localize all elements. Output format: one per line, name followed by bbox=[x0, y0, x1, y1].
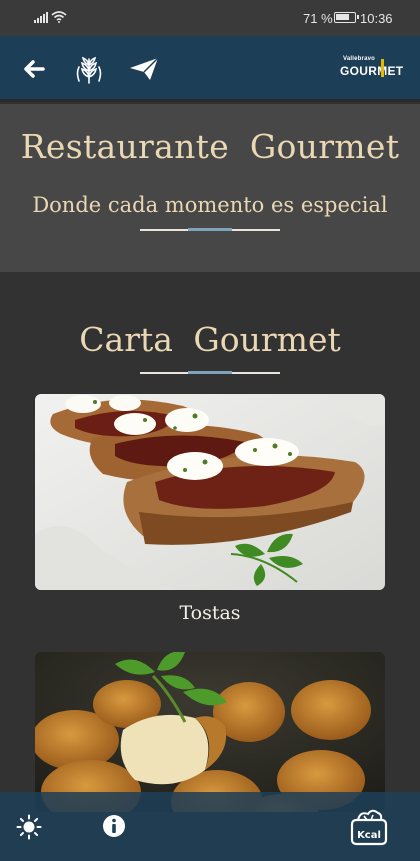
tagline: Donde cada momento es especial bbox=[32, 193, 388, 217]
menu-item-tostas-image[interactable] bbox=[35, 394, 385, 590]
battery-percent: 71 % bbox=[303, 11, 333, 26]
kcal-icon: Kcal bbox=[350, 809, 388, 846]
wheat-icon[interactable] bbox=[73, 53, 105, 85]
info-icon[interactable] bbox=[101, 813, 127, 839]
kcal-label: Kcal bbox=[357, 830, 381, 841]
brand-name: GOURMET bbox=[340, 64, 404, 78]
sun-icon[interactable] bbox=[16, 814, 42, 840]
croquetas-photo bbox=[35, 652, 385, 812]
tostas-photo bbox=[35, 394, 385, 590]
paper-plane-icon[interactable] bbox=[128, 53, 160, 85]
signal-icon bbox=[34, 12, 48, 23]
menu-divider bbox=[140, 371, 280, 374]
brand-name-small: Vallebravo bbox=[343, 56, 376, 62]
brand-logo: Vallebravo GOURMET bbox=[340, 56, 404, 84]
menu-item-croquetas-image[interactable] bbox=[35, 652, 385, 812]
status-bar: 71 % 10:36 bbox=[0, 0, 420, 36]
battery-icon bbox=[334, 12, 359, 23]
menu-item-tostas-label[interactable]: Tostas bbox=[0, 602, 420, 624]
bottom-bar: Kcal bbox=[0, 792, 420, 861]
kcal-button[interactable]: Kcal bbox=[348, 806, 390, 846]
back-arrow-icon[interactable] bbox=[18, 53, 50, 85]
menu-title: Carta Gourmet bbox=[79, 320, 341, 359]
fork-mark bbox=[381, 59, 384, 77]
hero-section: Restaurante Gourmet Donde cada momento e… bbox=[0, 104, 420, 272]
restaurant-title: Restaurante Gourmet bbox=[20, 127, 400, 166]
title-divider bbox=[140, 228, 280, 231]
clock: 10:36 bbox=[360, 11, 393, 26]
top-app-bar: Vallebravo GOURMET bbox=[0, 36, 420, 102]
wifi-icon bbox=[51, 11, 67, 23]
